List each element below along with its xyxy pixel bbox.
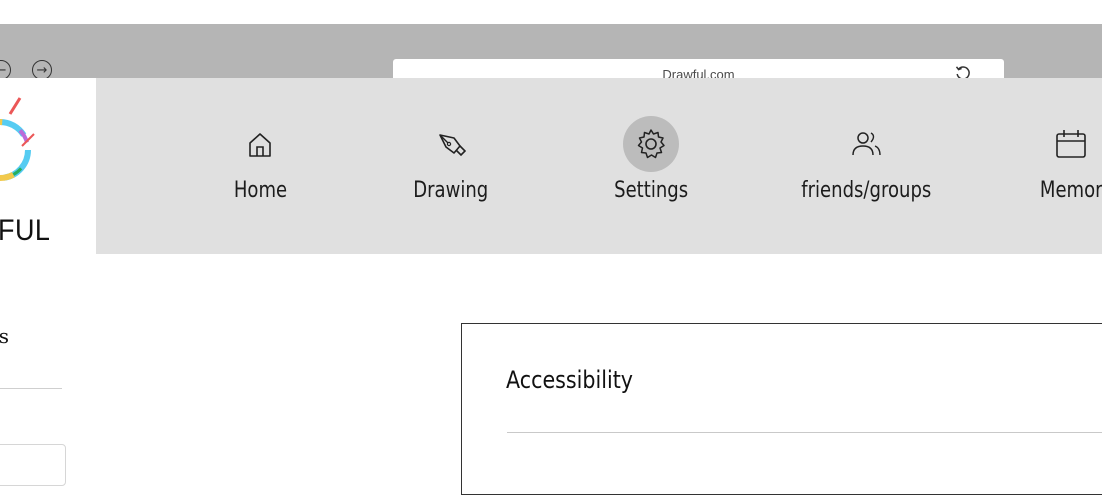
calendar-icon	[1056, 130, 1086, 158]
sidebar-divider	[0, 388, 62, 389]
nav-label-home: Home	[233, 178, 287, 203]
nav-label-drawing: Drawing	[413, 178, 489, 203]
home-icon	[249, 133, 271, 157]
sidebar-heading: gs	[0, 324, 10, 348]
window-top-edge	[0, 0, 1102, 24]
panel-title: Accessibility	[506, 366, 634, 394]
accessibility-panel: Accessibility	[461, 323, 1102, 495]
nav-friends-groups[interactable]: friends/groups	[768, 78, 964, 254]
logo-text: FUL	[0, 214, 51, 247]
nav-home[interactable]: Home	[220, 78, 300, 254]
browser-toolbar: ← → Drawful.com	[0, 24, 1102, 89]
pen-icon	[439, 134, 466, 157]
gear-icon	[637, 129, 665, 159]
nav-label-memories: Memor	[1039, 178, 1102, 203]
sidebar-menu-item[interactable]	[0, 444, 66, 486]
main-nav: Home Drawing Settings friends/groups Mem…	[96, 78, 1102, 254]
logo-icon	[0, 97, 35, 181]
nav-label-friends-groups: friends/groups	[800, 178, 932, 203]
users-icon	[852, 132, 881, 156]
forward-button[interactable]: →	[32, 60, 52, 80]
nav-memories[interactable]: Memor	[1016, 78, 1102, 254]
back-button[interactable]: ←	[0, 60, 11, 80]
nav-label-settings: Settings	[613, 178, 688, 203]
forward-arrow-icon: →	[36, 62, 48, 78]
panel-divider	[507, 432, 1102, 433]
nav-drawing[interactable]: Drawing	[396, 78, 506, 254]
nav-settings[interactable]: Settings	[596, 78, 706, 254]
back-arrow-icon: ←	[0, 62, 7, 78]
